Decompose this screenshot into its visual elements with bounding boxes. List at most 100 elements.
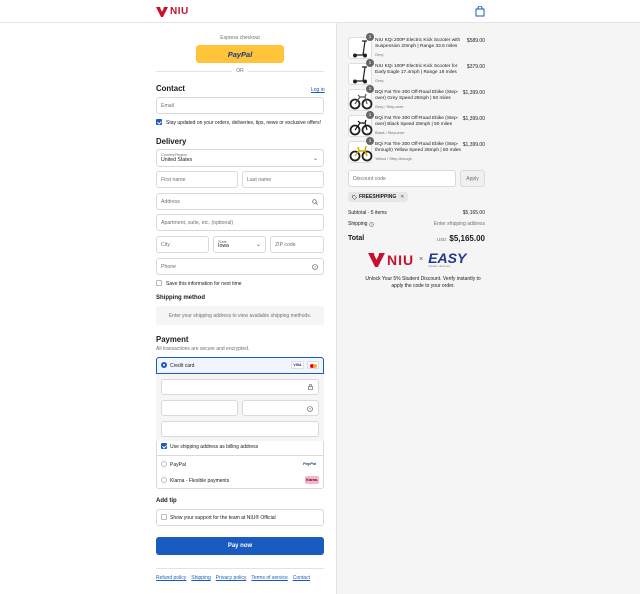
item-title: BQi Fat Tire 300 Off-Road Ebike (Step-ov… [375,116,459,128]
credit-card-radio[interactable] [161,362,167,368]
help-circle-icon[interactable]: ? [307,406,313,412]
quantity-badge: 1 [366,33,374,41]
zip-placeholder: ZIP code [275,241,296,248]
easy-logo-text: EASY [428,250,467,266]
item-price: $1,399.00 [462,90,485,96]
promo-banner: NIU × EASY student discount [368,251,466,268]
niu-logo-mark-icon [156,6,168,17]
phone-field[interactable]: Phone ? [156,258,324,275]
currency-code: USD [436,237,447,242]
niu-logo[interactable]: NIU [156,5,189,18]
niu-logo-mark-icon [368,252,385,267]
subtotal-value: $5,165.00 [462,210,485,216]
email-placeholder: Email [161,102,174,109]
discount-placeholder: Discount code [353,175,386,182]
first-name-field[interactable]: First name [156,171,238,188]
payment-subtitle: All transactions are secure and encrypte… [156,346,250,352]
header: NIU [0,0,640,23]
name-on-card-field[interactable] [161,421,319,437]
divider [156,455,324,456]
mastercard-icon [307,361,319,369]
discount-code-field[interactable]: Discount code [348,170,456,187]
help-circle-icon[interactable]: ? [312,264,318,270]
delivery-heading: Delivery [156,137,187,146]
shipping-link[interactable]: Shipping [191,575,210,581]
email-field[interactable]: Email [156,97,324,114]
item-variant: Grey [375,78,384,83]
privacy-policy-link[interactable]: Privacy policy [216,575,247,581]
paypal-logo: PayPal [303,461,317,466]
refund-policy-link[interactable]: Refund policy [156,575,186,581]
apartment-field[interactable]: Apartment, suite, etc. (optional) [156,214,324,231]
address-field[interactable]: Address [156,193,324,210]
payment-heading: Payment [156,335,189,344]
paypal-radio[interactable] [161,461,167,467]
expiration-date-field[interactable] [161,400,238,416]
card-number-field[interactable] [161,379,319,395]
paypal-logo: PayPal [227,49,253,59]
item-title: BQi Fat Tire 300 Off-Road Ebike (Step-th… [375,142,461,154]
easy-logo: EASY student discount [428,251,466,268]
terms-of-service-link[interactable]: Terms of service [251,575,287,581]
security-code-field[interactable]: ? [242,400,319,416]
zip-field[interactable]: ZIP code [270,236,324,253]
scooter-icon [353,66,367,84]
niu-promo-logo: NIU [368,252,414,268]
shopping-bag-icon[interactable] [475,6,485,17]
klarna-logo: Klarna. [305,476,319,484]
discount-tag: FREESHIPPING ✕ [348,192,409,202]
visa-icon: VISA [291,361,304,369]
state-select[interactable]: State Iowa ⌄ [213,236,266,253]
quantity-badge: 1 [366,59,374,67]
help-circle-icon[interactable]: ? [369,221,375,227]
contact-heading: Contact [156,84,186,93]
promo-brand-name: NIU [387,251,415,268]
item-price: $1,399.00 [462,116,485,122]
shipping-method-notice: Enter your shipping address to view avai… [156,306,324,325]
country-select[interactable]: Country/Region United States ⌄ [156,149,324,167]
phone-placeholder: Phone [161,263,177,270]
subtotal-label: Subtotal · 5 items [348,210,387,216]
brand-name: NIU [170,6,189,17]
tip-label: Show your support for the team at NIU® O… [170,515,276,521]
chevron-down-icon: ⌄ [255,242,261,248]
quantity-badge: 1 [366,111,374,119]
tip-checkbox[interactable] [161,514,167,520]
billing-same-checkbox[interactable] [161,443,167,449]
divider [156,568,324,569]
save-info-label: Save this information for next time [166,281,242,287]
country-value: United States [161,157,193,163]
login-link[interactable]: Log in [311,87,325,93]
pay-now-button[interactable]: Pay now [156,537,324,555]
shipping-label: Shipping [348,221,368,227]
city-field[interactable]: City [156,236,209,253]
klarna-radio[interactable] [161,477,167,483]
paypal-label: PayPal [170,462,186,468]
klarna-label: Klarna - Flexible payments [170,478,230,484]
shipping-method-heading: Shipping method [156,295,205,301]
last-name-field[interactable]: Last name [242,171,324,188]
remove-discount-icon[interactable]: ✕ [400,194,404,200]
save-info-checkbox[interactable] [156,280,162,286]
quantity-badge: 1 [366,85,374,93]
ebike-icon [349,93,373,110]
billing-same-label: Use shipping address as billing address [170,444,259,450]
tag-icon [352,194,357,200]
apply-discount-button[interactable]: Apply [460,170,485,187]
state-value: Iowa [218,243,229,249]
apartment-placeholder: Apartment, suite, etc. (optional) [161,219,234,226]
contact-link[interactable]: Contact [293,575,310,581]
item-price: $379.00 [466,64,485,70]
shipping-value: Enter shipping address [433,221,485,227]
newsletter-checkbox[interactable] [156,119,162,125]
ebike-icon [349,119,373,136]
promo-text: Unlock Your 5% Student Discount. Verify … [365,276,481,289]
or-divider-label: OR [232,68,248,74]
scooter-icon [353,40,367,58]
tip-heading: Add tip [156,498,177,504]
svg-text:?: ? [371,222,373,226]
paypal-express-button[interactable]: PayPal [196,45,284,63]
express-checkout-label: Express checkout [220,35,260,41]
last-name-placeholder: Last name [247,176,272,183]
search-icon [312,199,318,205]
